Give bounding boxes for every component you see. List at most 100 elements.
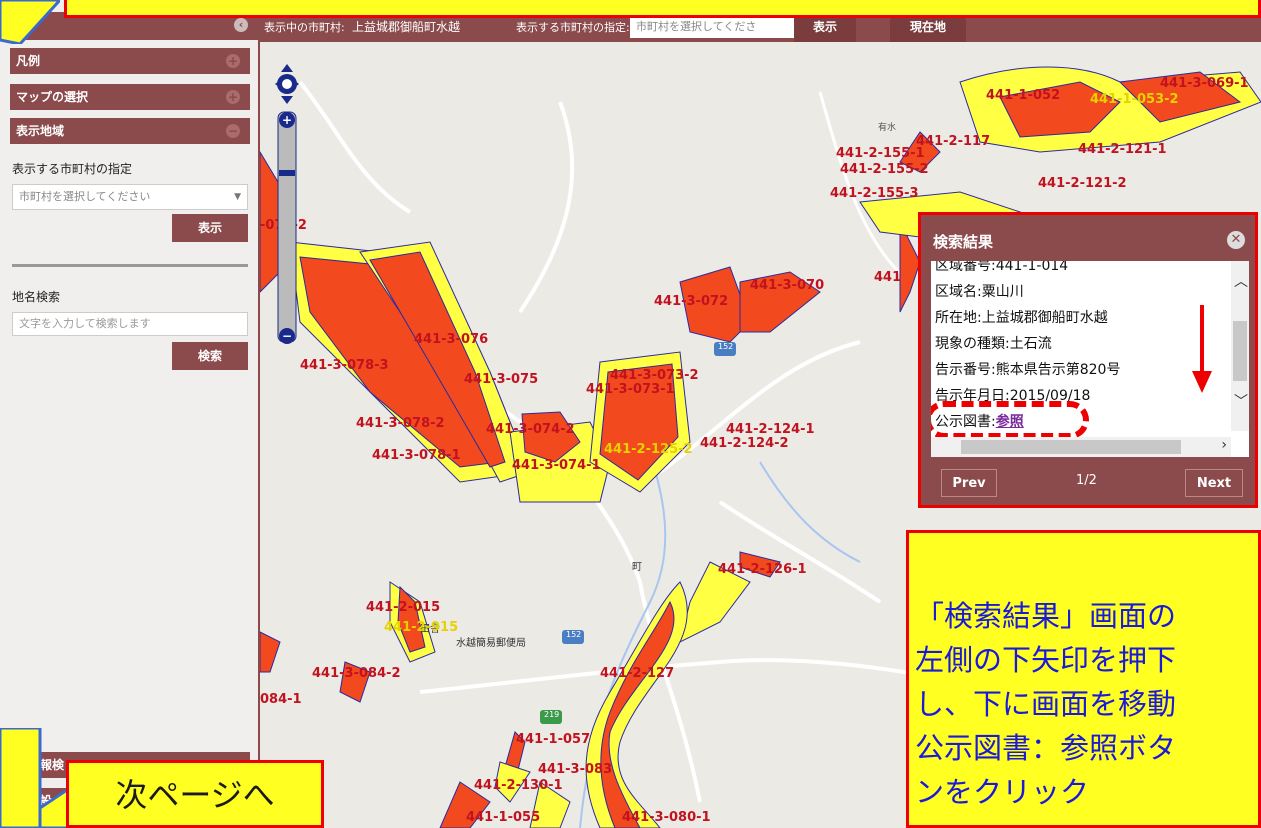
accordion-display-area-label: 表示地域: [16, 124, 65, 138]
result-location: 所在地:上益城郡御船町水越: [935, 310, 1108, 326]
river: [759, 461, 861, 563]
hazard-area-label[interactable]: 441-3-076: [414, 332, 488, 347]
result-area-name: 区域名:粟山川: [935, 284, 1024, 300]
accordion-legend[interactable]: 凡例 +: [10, 48, 250, 74]
top-municipality-select[interactable]: 市町村を選択してくださ▼: [630, 16, 808, 38]
hazard-area-label[interactable]: 441-2-126-1: [718, 562, 807, 577]
accordion-legend-label: 凡例: [16, 54, 41, 68]
minus-icon: −: [226, 124, 240, 138]
hazard-area-label[interactable]: 441-1-057: [516, 732, 590, 747]
hazard-area-label[interactable]: 084-1: [260, 692, 302, 707]
hazard-area-label[interactable]: 441-3-074-2: [486, 422, 575, 437]
hazard-area-label[interactable]: 441-2-155-1: [836, 146, 925, 161]
hazard-area-label[interactable]: 441-2-117: [916, 134, 990, 149]
plus-icon: +: [226, 90, 240, 104]
hazard-area-label[interactable]: 441-3-072: [654, 294, 728, 309]
pan-zoom-icon[interactable]: + −: [275, 60, 299, 350]
place-search-label: 地名検索: [12, 290, 61, 304]
scroll-up-icon[interactable]: ︿: [1234, 271, 1248, 291]
page-indicator: 1/2: [1076, 473, 1097, 488]
scroll-right-icon[interactable]: ›: [1221, 437, 1227, 453]
scrollbar-thumb[interactable]: [961, 440, 1181, 454]
hazard-area-label[interactable]: 441-2-015: [366, 600, 440, 615]
hazard-area-label[interactable]: 441-2-130-1: [474, 778, 563, 793]
chevron-down-icon: ▼: [234, 192, 241, 202]
annotation-top: [64, 0, 1261, 18]
hazard-area-label[interactable]: 441-3-075: [464, 372, 538, 387]
hazard-area-label[interactable]: 441-2-125-2: [604, 442, 693, 457]
hazard-area-label[interactable]: 441-3-083: [538, 762, 612, 777]
road: [518, 101, 575, 314]
hazard-area-label[interactable]: 441-2-127: [600, 666, 674, 681]
vertical-scrollbar[interactable]: ︿ ﹀: [1231, 261, 1249, 431]
note-line: 「検索結果」画面の: [915, 599, 1177, 633]
hazard-area-label[interactable]: 441-3-080-1: [622, 810, 711, 825]
next-button[interactable]: Next: [1185, 469, 1243, 497]
next-page-label[interactable]: 次ページへ: [66, 760, 324, 828]
hazard-area-label[interactable]: 441-1-055: [466, 810, 540, 825]
divider: [12, 264, 248, 267]
road: [298, 80, 412, 214]
close-icon[interactable]: ✕: [1227, 231, 1245, 249]
road-badge-label: 152: [566, 630, 582, 639]
hazard-area-label[interactable]: 441-1-053-2: [1090, 92, 1179, 107]
accordion-map-select[interactable]: マップの選択 +: [10, 84, 250, 110]
sidebar-show-button[interactable]: 表示: [172, 214, 248, 242]
accordion-map-select-label: マップの選択: [16, 90, 89, 104]
sidebar: ‹ 凡例 + マップの選択 + 表示地域 − 表示する市町村の指定 市町村を選択してく…: [0, 0, 260, 828]
scroll-down-icon[interactable]: ﹀: [1234, 391, 1248, 411]
svg-text:+: +: [282, 113, 292, 127]
zoom-control: + −: [275, 60, 299, 354]
plus-icon: +: [226, 54, 240, 68]
hazard-area-label[interactable]: 441-3-078-3: [300, 358, 389, 373]
hazard-area-label[interactable]: 441-1-052: [986, 88, 1060, 103]
results-title: 検索結果: [933, 233, 994, 251]
road: [419, 658, 961, 694]
search-button[interactable]: 検索: [172, 342, 248, 370]
hazard-area-label[interactable]: 441-2-155-3: [830, 186, 919, 201]
scrollbar-thumb[interactable]: [1233, 321, 1247, 381]
current-municipality-value: 上益城郡御船町水越: [352, 20, 461, 34]
road-badge-label: 219: [544, 710, 560, 719]
hazard-area-label[interactable]: 441-3-078-1: [372, 448, 461, 463]
hazard-area-label[interactable]: 441-3-070: [750, 278, 824, 293]
place-label: 町: [632, 562, 642, 573]
prev-button[interactable]: Prev: [941, 469, 997, 497]
hazard-area-label[interactable]: 441-2-121-1: [1078, 142, 1167, 157]
hazard-area-label[interactable]: 441-2-124-2: [700, 436, 789, 451]
note-line: ンをクリック: [915, 775, 1090, 809]
municipality-select-value: 市町村を選択してください: [19, 190, 151, 203]
hazard-area-label[interactable]: 441-2-915: [384, 620, 458, 635]
svg-text:−: −: [282, 329, 292, 343]
note-line: し、下に画面を移動: [915, 687, 1177, 721]
collapse-icon[interactable]: ‹: [234, 18, 248, 32]
hazard-area-label[interactable]: 441: [874, 270, 901, 285]
hazard-area-label[interactable]: 441-3-069-1: [1160, 76, 1249, 91]
hazard-area-label[interactable]: 441-3-078-2: [356, 416, 445, 431]
place-search-input[interactable]: 文字を入力して検索します: [12, 312, 248, 336]
corner-marker-icon: [0, 0, 60, 44]
top-municipality-select-value: 市町村を選択してくださ: [636, 20, 757, 33]
hazard-area-label[interactable]: 441-3-084-2: [312, 666, 401, 681]
hazard-area-label[interactable]: 441-2-155-2: [840, 162, 929, 177]
horizontal-scrollbar[interactable]: ›: [931, 437, 1231, 457]
instruction-note: 「検索結果」画面の 左側の下矢印を押下 し、下に画面を移動 公示図書：参照ボタ …: [906, 530, 1261, 828]
hazard-area-label[interactable]: 441-2-124-1: [726, 422, 815, 437]
accordion-display-area[interactable]: 表示地域 −: [10, 118, 250, 144]
road-badge-label: 152: [718, 342, 734, 351]
municipality-select[interactable]: 市町村を選択してください ▼: [12, 184, 248, 210]
result-notice-number: 告示番号:熊本県告示第820号: [935, 362, 1121, 378]
results-body[interactable]: 区域番号:441-1-014 区域名:粟山川 所在地:上益城郡御船町水越 現象の…: [931, 261, 1249, 457]
place-label: 有水: [878, 123, 897, 133]
result-phenomenon: 現象の種類:土石流: [935, 336, 1052, 352]
hazard-area-label[interactable]: 441-3-074-1: [512, 458, 601, 473]
hazard-area-label[interactable]: 441-2-121-2: [1038, 176, 1127, 191]
hazard-area-label[interactable]: 441-3-073-1: [586, 382, 675, 397]
search-results-panel: 検索結果 ✕ 区域番号:441-1-014 区域名:粟山川 所在地:上益城郡御船…: [918, 212, 1258, 508]
down-arrow-icon: [1192, 305, 1212, 393]
highlight-ring: [931, 401, 1089, 439]
hazard-area-label[interactable]: 441-3-073-2: [610, 368, 699, 383]
current-municipality-label: 表示中の市町村:: [264, 21, 345, 34]
municipality-select-label: 表示する市町村の指定: [12, 162, 133, 176]
municipality-spec-label: 表示する市町村の指定:: [516, 21, 630, 34]
